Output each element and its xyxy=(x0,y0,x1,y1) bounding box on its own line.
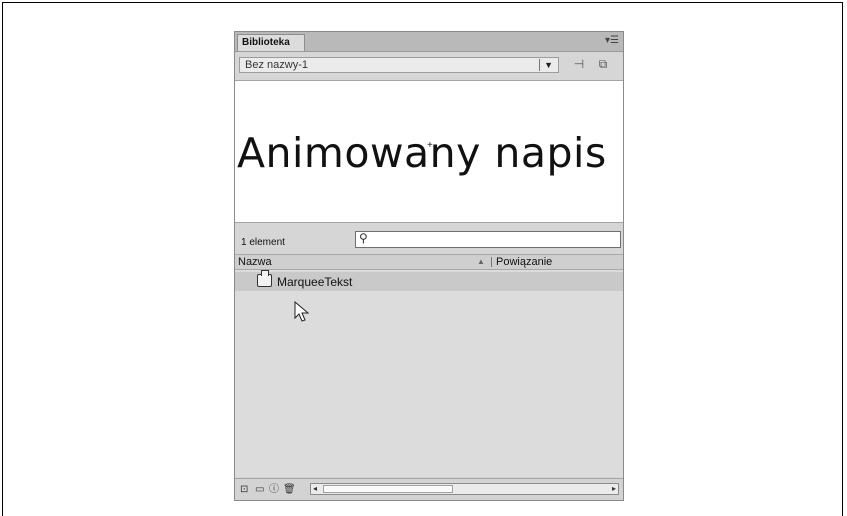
selector-divider xyxy=(539,59,540,71)
list-item[interactable]: MarqueeTekst xyxy=(235,270,623,291)
new-folder-icon[interactable]: ▭ xyxy=(255,484,264,495)
crosshair-icon: + xyxy=(427,140,433,151)
panel-tab-bar: Biblioteka ▾☰ xyxy=(235,32,623,52)
tab-biblioteka[interactable]: Biblioteka xyxy=(237,34,305,51)
list-header: Nazwa ▲ Powiązanie xyxy=(235,254,623,270)
panel-menu-icon[interactable]: ▾☰ xyxy=(605,34,619,48)
properties-icon[interactable]: ⓘ xyxy=(269,484,279,495)
column-linkage[interactable]: Powiązanie xyxy=(496,255,552,269)
list-item-label: MarqueeTekst xyxy=(277,275,353,289)
pin-icon[interactable]: ⊣ xyxy=(571,56,587,72)
library-selector[interactable]: Bez nazwy-1 ▼ xyxy=(239,57,559,73)
mouse-cursor-icon xyxy=(294,301,310,322)
preview-text: Animowany napis xyxy=(237,129,607,177)
column-name[interactable]: Nazwa xyxy=(238,255,272,269)
library-item-list: MarqueeTekst xyxy=(235,270,623,477)
search-icon: ⚲ xyxy=(359,231,368,245)
delete-icon[interactable]: 🗑 xyxy=(283,484,296,495)
scroll-right-icon[interactable]: ▸ xyxy=(612,484,616,493)
item-count: 1 element xyxy=(241,237,285,248)
scroll-left-icon[interactable]: ◂ xyxy=(313,484,317,493)
sort-up-icon[interactable]: ▲ xyxy=(477,255,485,269)
movie-clip-icon xyxy=(257,270,272,287)
scrollbar-thumb[interactable] xyxy=(323,485,453,493)
column-divider[interactable] xyxy=(491,257,492,267)
chevron-down-icon[interactable]: ▼ xyxy=(544,58,553,72)
horizontal-scrollbar[interactable]: ◂ ▸ xyxy=(310,483,619,495)
new-library-panel-icon[interactable]: ⧉ xyxy=(595,56,611,72)
library-panel: Biblioteka ▾☰ Bez nazwy-1 ▼ ⊣ ⧉ Animowan… xyxy=(234,31,624,501)
symbol-preview: Animowany napis + xyxy=(235,80,623,223)
panel-bottom-bar: ⊡ ▭ ⓘ 🗑 ◂ ▸ xyxy=(235,478,623,500)
new-symbol-icon[interactable]: ⊡ xyxy=(240,484,248,495)
library-selector-value: Bez nazwy-1 xyxy=(245,59,308,71)
search-input[interactable]: ⚲ xyxy=(355,231,621,248)
